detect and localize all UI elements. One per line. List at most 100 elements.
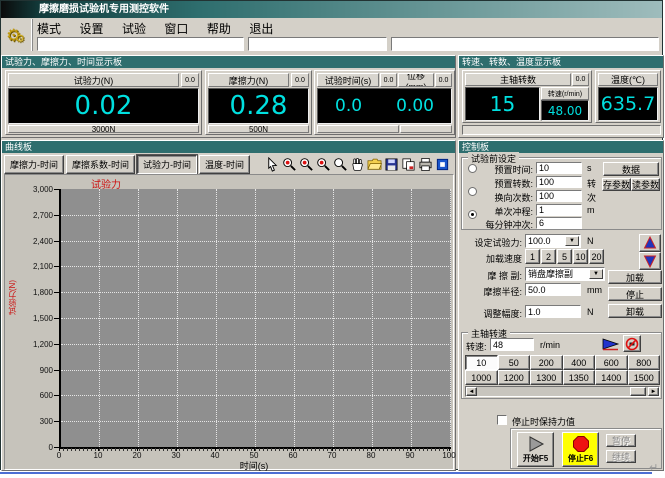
speed-panel-footer-strip xyxy=(462,125,661,135)
curve-panel-header: 曲线板 xyxy=(2,141,455,153)
continue-button[interactable]: 继续 xyxy=(606,450,636,463)
menu-settings[interactable]: 设置 xyxy=(79,20,103,37)
load-speed-10-button[interactable]: 10 xyxy=(573,249,588,264)
hold-force-checkbox[interactable] xyxy=(497,415,507,425)
speed-preset-button[interactable]: 10 xyxy=(465,355,498,370)
speed-preset-button[interactable]: 1500 xyxy=(628,370,661,385)
x-tick-label: 10 xyxy=(85,451,111,460)
menu-window[interactable]: 窗口 xyxy=(164,20,188,37)
zoom-window-icon[interactable] xyxy=(333,157,348,172)
scrollbar-thumb[interactable] xyxy=(630,387,646,396)
tab-friction-coeff-time[interactable]: 摩擦系数-时间 xyxy=(66,155,135,174)
x-tick-mark xyxy=(293,447,294,451)
single-stroke-unit: m xyxy=(587,205,595,215)
x-tick-mark xyxy=(137,447,138,451)
zoom-in-icon[interactable] xyxy=(282,157,297,172)
force-up-button[interactable] xyxy=(639,234,661,252)
chevron-down-icon[interactable]: ▼ xyxy=(589,269,603,279)
chart-canvas[interactable]: 试验力 试验力(N) 03006009001,2001,5001,8002,10… xyxy=(4,174,454,470)
load-button[interactable]: 加载 xyxy=(608,270,662,284)
zoom-x-icon[interactable] xyxy=(299,157,314,172)
tab-temperature-time[interactable]: 温度-时间 xyxy=(199,155,250,174)
speed-preset-button[interactable]: 50 xyxy=(498,355,531,370)
speed-preset-button[interactable]: 600 xyxy=(595,355,628,370)
speed-preset-button[interactable]: 1300 xyxy=(530,370,563,385)
load-speed-2-button[interactable]: 2 xyxy=(541,249,556,264)
menu-help[interactable]: 帮助 xyxy=(207,20,231,37)
spindle-revs-peak: 0.0 xyxy=(572,73,589,86)
open-folder-icon[interactable] xyxy=(367,157,382,172)
force-down-button[interactable] xyxy=(639,252,661,270)
radio-preset-revs[interactable] xyxy=(468,187,477,196)
pan-hand-icon[interactable] xyxy=(350,157,365,172)
test-force-peak: 0.0 xyxy=(181,73,199,87)
blue-square-icon[interactable] xyxy=(435,157,450,172)
force-panel-header: 试验力、摩擦力、时间显示板 xyxy=(2,56,455,68)
scrollbar-left-arrow[interactable]: ◄ xyxy=(466,387,477,396)
speed-preset-button[interactable]: 800 xyxy=(628,355,661,370)
friction-force-peak: 0.0 xyxy=(291,73,309,87)
menu-test[interactable]: 试验 xyxy=(122,20,146,37)
speed-preset-button[interactable]: 1000 xyxy=(465,370,498,385)
tab-friction-time[interactable]: 摩擦力-时间 xyxy=(4,155,64,174)
set-force-combo[interactable]: 100.0▼ xyxy=(525,234,581,248)
pause-button[interactable]: 暂停 xyxy=(606,434,636,447)
menu-exit[interactable]: 退出 xyxy=(249,20,273,37)
speed-scrollbar[interactable]: ◄ ► xyxy=(465,386,660,397)
status-field-1 xyxy=(37,37,244,51)
unload-button[interactable]: 卸载 xyxy=(608,304,662,318)
speed-preset-button[interactable]: 400 xyxy=(563,355,596,370)
print-icon[interactable] xyxy=(418,157,433,172)
preset-revs-label: 预置转数: xyxy=(481,177,533,190)
menu-mode[interactable]: 模式 xyxy=(37,20,61,37)
preset-revs-input[interactable] xyxy=(536,176,582,188)
stop-load-button[interactable]: 停止 xyxy=(608,287,662,301)
preset-time-input[interactable] xyxy=(536,162,582,174)
spindle-stop-icon[interactable] xyxy=(623,335,641,352)
spindle-run-icon[interactable] xyxy=(601,336,621,352)
test-time-peak: 0.0 xyxy=(380,73,397,87)
strokes-per-min-input[interactable] xyxy=(536,217,582,229)
zoom-y-icon[interactable] xyxy=(316,157,331,172)
friction-pair-combo[interactable]: 销盘摩擦副▼ xyxy=(525,267,605,281)
load-speed-5-button[interactable]: 5 xyxy=(557,249,572,264)
status-field-2 xyxy=(248,37,387,51)
gear-icon[interactable]: ⚙⚙ xyxy=(6,26,30,50)
hold-force-label: 停止时保持力值 xyxy=(512,415,575,428)
test-time-value: 0.0 xyxy=(335,96,362,116)
speed-preset-button[interactable]: 1350 xyxy=(563,370,596,385)
load-speed-label: 加载速度 xyxy=(471,252,522,265)
speed-preset-button[interactable]: 1400 xyxy=(595,370,628,385)
reverse-count-input[interactable] xyxy=(536,190,582,202)
title-bar[interactable]: 摩擦磨损试验机专用测控软件 xyxy=(1,1,662,18)
speed-preset-button[interactable]: 1200 xyxy=(498,370,531,385)
radio-preset-time[interactable] xyxy=(468,164,477,173)
copy-icon[interactable] xyxy=(401,157,416,172)
friction-radius-input[interactable] xyxy=(525,283,581,296)
curve-panel: 曲线板 摩擦力-时间 摩擦系数-时间 试验力-时间 温度-时间 xyxy=(1,140,456,471)
adjust-input[interactable] xyxy=(525,305,581,318)
temperature-box: 温度(℃) 635.7 xyxy=(595,70,661,123)
menu-bar: 模式 设置 试验 窗口 帮助 退出 xyxy=(37,20,287,35)
stop-button[interactable]: 停止F6 xyxy=(562,432,599,467)
spindle-speed-input[interactable] xyxy=(490,338,534,351)
speed-preset-button[interactable]: 200 xyxy=(530,355,563,370)
load-speed-20-button[interactable]: 20 xyxy=(589,249,604,264)
tab-test-force-time[interactable]: 试验力-时间 xyxy=(137,155,197,174)
friction-force-range: 500N xyxy=(208,125,309,133)
data-button[interactable]: 数据 xyxy=(603,162,659,176)
read-params-button[interactable]: 读参数 xyxy=(631,178,660,191)
pointer-icon[interactable] xyxy=(265,157,280,172)
app-window: 摩擦磨损试验机专用测控软件 ⚙⚙ 模式 设置 试验 窗口 帮助 退出 试验力、摩… xyxy=(0,0,663,470)
load-speed-1-button[interactable]: 1 xyxy=(525,249,540,264)
x-tick-label: 60 xyxy=(280,451,306,460)
save-icon[interactable] xyxy=(384,157,399,172)
start-button[interactable]: 开始F5 xyxy=(517,432,554,467)
window-bottom-edge xyxy=(0,472,652,474)
single-stroke-input[interactable] xyxy=(536,204,582,216)
chevron-down-icon[interactable]: ▼ xyxy=(565,236,579,246)
scrollbar-right-arrow[interactable]: ► xyxy=(648,387,659,396)
save-params-button[interactable]: 存参数 xyxy=(602,178,631,191)
preset-revs-unit: 转 xyxy=(587,177,596,190)
test-force-value: 0.02 xyxy=(8,88,199,124)
